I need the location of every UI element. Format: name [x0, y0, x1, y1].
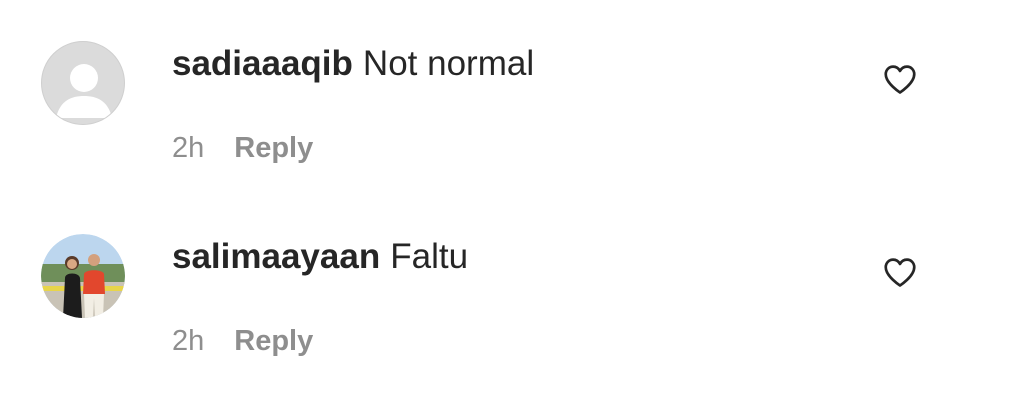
default-avatar-icon[interactable] [41, 41, 125, 125]
photo-avatar[interactable] [41, 234, 125, 318]
reply-button[interactable]: Reply [234, 325, 313, 357]
comment-text-line: salimaayaan Faltu [172, 235, 468, 279]
comment-meta: 2h Reply [172, 128, 313, 168]
comment-timestamp: 2h [172, 325, 205, 357]
comment-item: sadiaaaqib Not normal 2h Reply [0, 0, 1024, 190]
comment-text-line: sadiaaaqib Not normal [172, 42, 534, 86]
comment-username[interactable]: salimaayaan [172, 237, 380, 276]
heart-outline-icon[interactable] [881, 253, 919, 291]
comment-body: Faltu [390, 237, 469, 276]
comment-username[interactable]: sadiaaaqib [172, 44, 353, 83]
comment-timestamp: 2h [172, 132, 205, 164]
comment-meta: 2h Reply [172, 321, 313, 361]
reply-button[interactable]: Reply [234, 132, 313, 164]
comment-body: Not normal [362, 44, 535, 83]
heart-outline-icon[interactable] [881, 60, 919, 98]
comment-item: salimaayaan Faltu 2h Reply [0, 193, 1024, 383]
